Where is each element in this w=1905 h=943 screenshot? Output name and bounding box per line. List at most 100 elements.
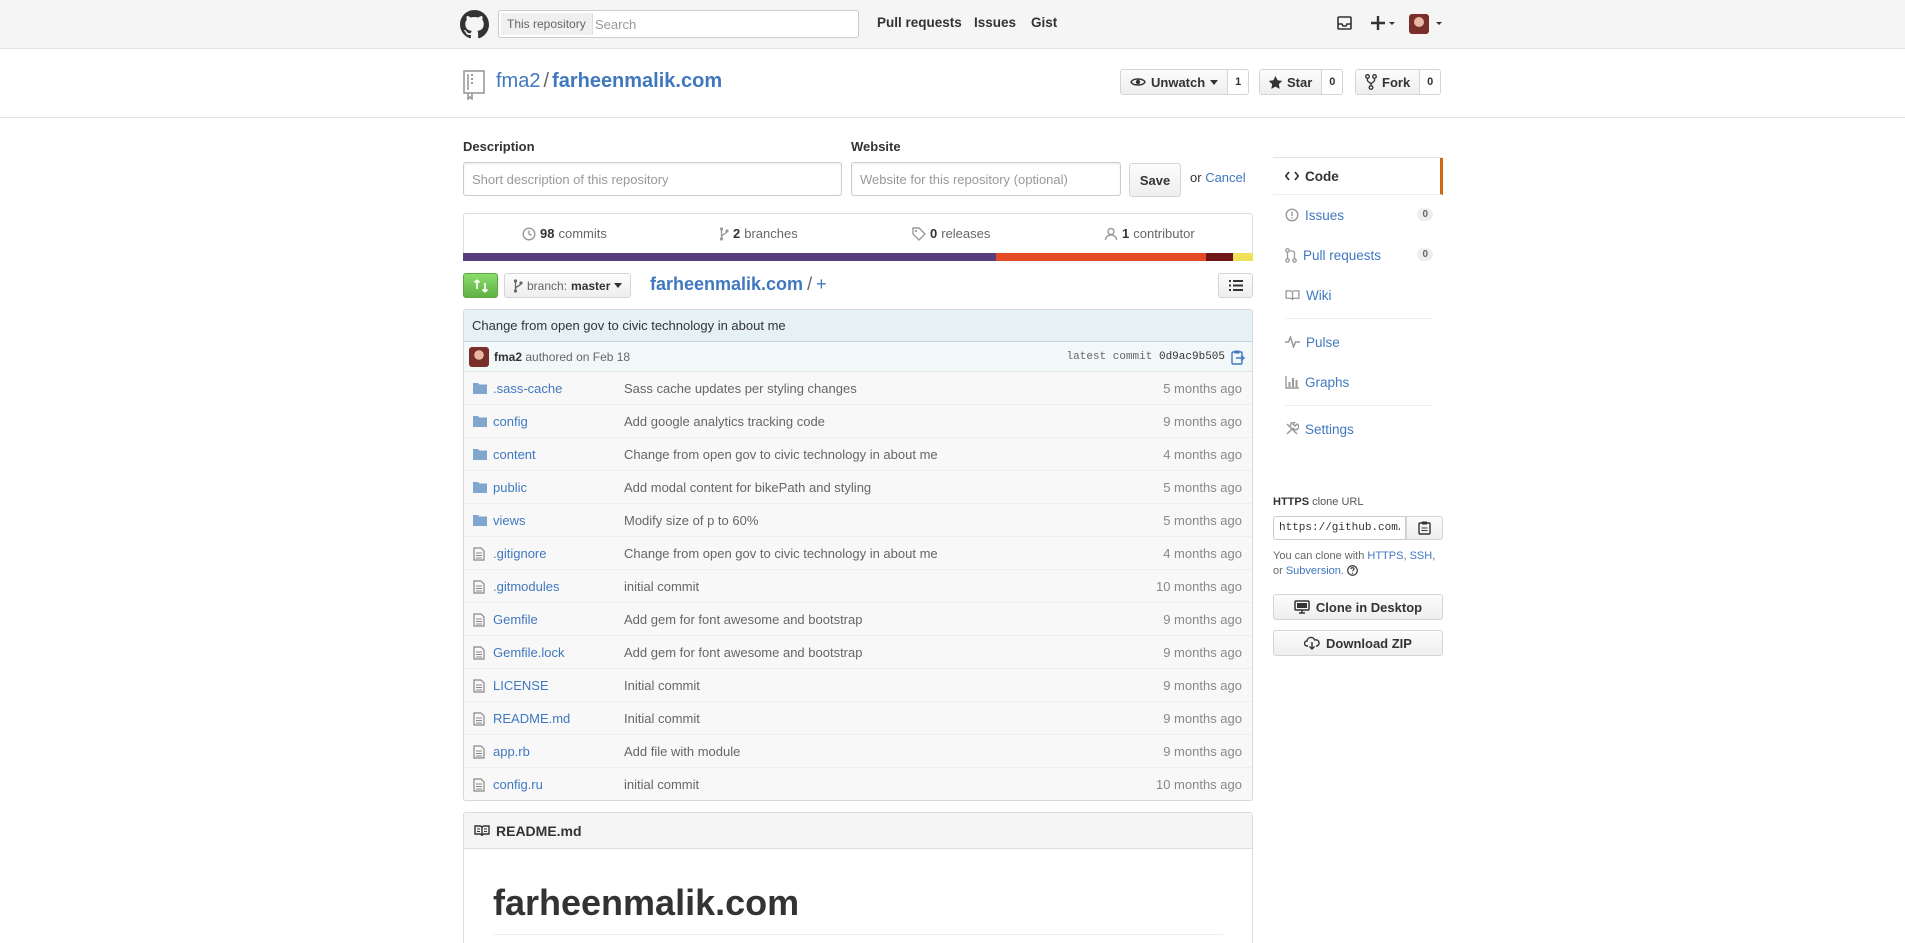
- description-input[interactable]: [463, 162, 842, 196]
- clone-subversion-link[interactable]: Subversion: [1286, 565, 1341, 577]
- file-name-link[interactable]: .gitmodules: [493, 579, 559, 594]
- question-icon[interactable]: [1347, 565, 1358, 576]
- clone-url-input[interactable]: [1273, 516, 1406, 540]
- file-commit-message-link[interactable]: Add google analytics tracking code: [624, 414, 825, 429]
- star-count[interactable]: 0: [1322, 69, 1344, 95]
- repo-name-link[interactable]: farheenmalik.com: [552, 70, 722, 92]
- table-row: content Change from open gov to civic tec…: [464, 438, 1252, 471]
- inbox-icon[interactable]: [1337, 16, 1352, 30]
- file-name-link[interactable]: views: [493, 513, 526, 528]
- table-row: .gitmodules initial commit 10 months ago: [464, 570, 1252, 603]
- branch-select-button[interactable]: branch: master: [504, 273, 632, 298]
- repo-header: [0, 49, 1905, 118]
- file-commit-message-link[interactable]: Add gem for font awesome and bootstrap: [624, 645, 862, 660]
- sidebar-item-pull-requests[interactable]: Pull requests 0: [1273, 235, 1443, 275]
- file-name-link[interactable]: config: [493, 414, 528, 429]
- repo-owner-link[interactable]: fma2: [496, 70, 540, 92]
- file-name-link[interactable]: config.ru: [493, 777, 543, 792]
- file-commit-message-link[interactable]: initial commit: [624, 579, 699, 594]
- sidebar-item-wiki[interactable]: Wiki: [1273, 275, 1443, 315]
- compare-review-button[interactable]: [463, 273, 498, 298]
- search-input[interactable]: [595, 14, 845, 34]
- sidebar-item-graphs[interactable]: Graphs: [1273, 362, 1443, 402]
- nav-gist[interactable]: Gist: [1031, 15, 1057, 30]
- file-age: 9 months ago: [1163, 414, 1242, 429]
- file-name-link[interactable]: README.md: [493, 711, 570, 726]
- branch-icon: [513, 278, 523, 293]
- branches-count: 2: [733, 226, 741, 241]
- sidebar-item-code[interactable]: Code: [1273, 158, 1443, 195]
- file-commit-message-link[interactable]: Change from open gov to civic technology…: [624, 546, 938, 561]
- eye-icon: [1130, 76, 1146, 88]
- table-row: config.ru initial commit 10 months ago: [464, 768, 1252, 800]
- sidebar-item-settings[interactable]: Settings: [1273, 409, 1443, 449]
- website-input[interactable]: [851, 162, 1121, 196]
- clone-in-desktop-button[interactable]: Clone in Desktop: [1273, 594, 1443, 620]
- file-commit-message-link[interactable]: Add file with module: [624, 744, 740, 759]
- add-file-link[interactable]: +: [816, 274, 827, 294]
- download-zip-button[interactable]: Download ZIP: [1273, 630, 1443, 656]
- file-name-link[interactable]: app.rb: [493, 744, 530, 759]
- file-commit-message-link[interactable]: Modify size of p to 60%: [624, 513, 758, 528]
- fork-button[interactable]: Fork: [1355, 69, 1421, 95]
- clipboard-icon[interactable]: [1231, 350, 1245, 365]
- language-segment[interactable]: [996, 253, 1206, 261]
- table-row: public Add modal content for bikePath and…: [464, 471, 1252, 504]
- nav-issues[interactable]: Issues: [974, 15, 1016, 30]
- copy-clone-url-button[interactable]: [1406, 516, 1443, 540]
- commit-author[interactable]: fma2: [494, 350, 522, 364]
- create-new-plus-icon[interactable]: [1371, 15, 1395, 31]
- show-details-button[interactable]: [1218, 273, 1253, 298]
- user-avatar-menu[interactable]: [1409, 14, 1443, 34]
- star-button[interactable]: Star: [1259, 69, 1323, 95]
- commit-message[interactable]: Change from open gov to civic technology…: [464, 310, 1252, 342]
- clone-https-link[interactable]: HTTPS: [1367, 550, 1403, 562]
- file-name-link[interactable]: public: [493, 480, 527, 495]
- list-icon: [1228, 280, 1243, 291]
- file-age: 10 months ago: [1155, 579, 1242, 594]
- commits-summary[interactable]: 98 commits: [522, 226, 607, 241]
- compare-icon: [473, 278, 489, 293]
- file-commit-message-link[interactable]: initial commit: [624, 777, 699, 792]
- file-name-link[interactable]: .gitignore: [493, 546, 546, 561]
- unwatch-button[interactable]: Unwatch: [1120, 69, 1229, 95]
- file-name-link[interactable]: .sass-cache: [493, 381, 562, 396]
- file-commit-message-link[interactable]: Initial commit: [624, 711, 700, 726]
- commit-sha-link[interactable]: 0d9ac9b505: [1159, 351, 1225, 363]
- clone-or-text: or: [1273, 565, 1283, 577]
- fork-count[interactable]: 0: [1420, 69, 1442, 95]
- sidebar-item-pulse[interactable]: Pulse: [1273, 322, 1443, 362]
- avatar[interactable]: [469, 347, 489, 367]
- repo-title: fma2/farheenmalik.com: [496, 70, 722, 93]
- table-row: .sass-cache Sass cache updates per stylin…: [464, 372, 1252, 405]
- branches-label: branches: [744, 226, 798, 241]
- file-commit-message-link[interactable]: Add modal content for bikePath and styli…: [624, 480, 871, 495]
- contributors-summary[interactable]: 1 contributor: [1104, 226, 1195, 241]
- sidebar-item-issues[interactable]: Issues 0: [1273, 195, 1443, 235]
- file-name-link[interactable]: Gemfile.lock: [493, 645, 565, 660]
- cancel-link[interactable]: Cancel: [1205, 170, 1245, 185]
- breadcrumb-root-link[interactable]: farheenmalik.com: [650, 274, 803, 294]
- file-name-link[interactable]: Gemfile: [493, 612, 538, 627]
- language-segment[interactable]: [1205, 253, 1234, 261]
- tools-icon: [1285, 422, 1299, 436]
- file-commit-message-link[interactable]: Initial commit: [624, 678, 700, 693]
- numbers-summary: 98 commits 2 branches 0 releases 1 contr…: [463, 213, 1253, 253]
- file-commit-message-link[interactable]: Sass cache updates per styling changes: [624, 381, 857, 396]
- watch-count[interactable]: 1: [1228, 69, 1250, 95]
- commit-author-line: fma2 authored on Feb 18: [494, 350, 630, 364]
- file-name-link[interactable]: content: [493, 447, 536, 462]
- file-age: 9 months ago: [1163, 711, 1242, 726]
- language-segment[interactable]: [1233, 253, 1253, 261]
- save-button[interactable]: Save: [1129, 163, 1181, 197]
- file-name-link[interactable]: LICENSE: [493, 678, 549, 693]
- github-logo-icon[interactable]: [460, 10, 489, 39]
- file-commit-message-link[interactable]: Add gem for font awesome and bootstrap: [624, 612, 862, 627]
- clone-ssh-link[interactable]: SSH: [1410, 550, 1433, 562]
- language-segment[interactable]: [463, 253, 997, 261]
- language-bar[interactable]: [463, 253, 1253, 261]
- file-commit-message-link[interactable]: Change from open gov to civic technology…: [624, 447, 938, 462]
- nav-pull-requests[interactable]: Pull requests: [877, 15, 962, 30]
- branches-summary[interactable]: 2 branches: [719, 226, 798, 241]
- releases-summary[interactable]: 0 releases: [912, 226, 990, 241]
